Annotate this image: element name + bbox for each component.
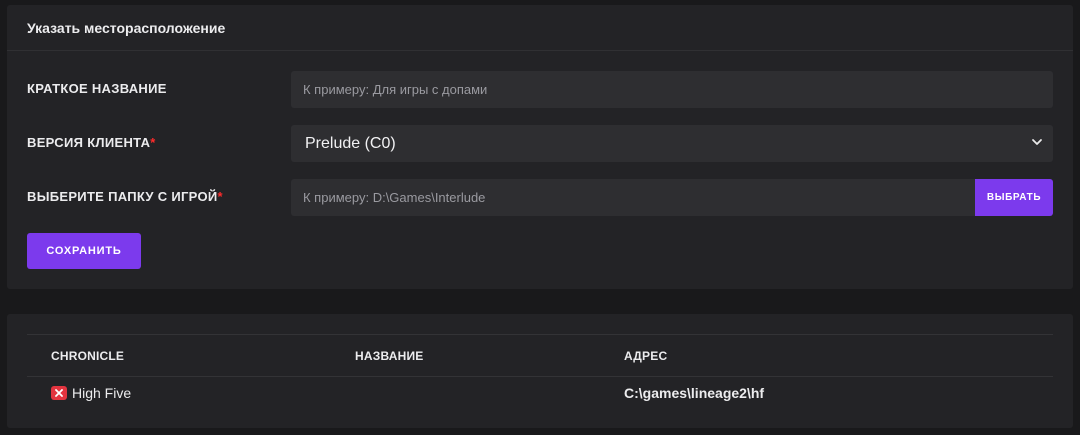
- close-icon[interactable]: [51, 386, 67, 400]
- required-mark: *: [217, 189, 223, 204]
- chronicle-value: High Five: [72, 385, 132, 401]
- column-header-name: НАЗВАНИЕ: [355, 349, 424, 363]
- required-mark: *: [150, 135, 156, 150]
- table-row: High Five C:\games\lineage2\hf: [27, 384, 1053, 408]
- choose-folder-button[interactable]: ВЫБРАТЬ: [975, 179, 1053, 216]
- address-cell: C:\games\lineage2\hf: [624, 385, 765, 401]
- chronicle-cell: High Five: [51, 384, 131, 402]
- client-version-select[interactable]: Prelude (C0): [291, 125, 1053, 162]
- short-name-input[interactable]: [291, 71, 1053, 108]
- panel-title: Указать месторасположение: [7, 5, 1073, 51]
- save-button[interactable]: СОХРАНИТЬ: [27, 233, 141, 269]
- column-header-chronicle: CHRONICLE: [51, 349, 125, 363]
- client-version-value: Prelude (C0): [305, 134, 396, 152]
- location-form-panel: Указать месторасположение КРАТКОЕ НАЗВАН…: [7, 5, 1073, 289]
- game-folder-label: ВЫБЕРИТЕ ПАПКУ С ИГРОЙ*: [27, 189, 223, 204]
- chevron-down-icon: [1031, 135, 1043, 153]
- client-version-label: ВЕРСИЯ КЛИЕНТА*: [27, 135, 156, 150]
- table-header-divider: [27, 376, 1053, 377]
- game-folder-input[interactable]: [291, 179, 981, 216]
- column-header-address: АДРЕС: [624, 349, 668, 363]
- short-name-label: КРАТКОЕ НАЗВАНИЕ: [27, 81, 167, 96]
- locations-table-panel: CHRONICLE НАЗВАНИЕ АДРЕС High Five C:\ga…: [7, 314, 1073, 428]
- table-top-divider: [27, 334, 1053, 335]
